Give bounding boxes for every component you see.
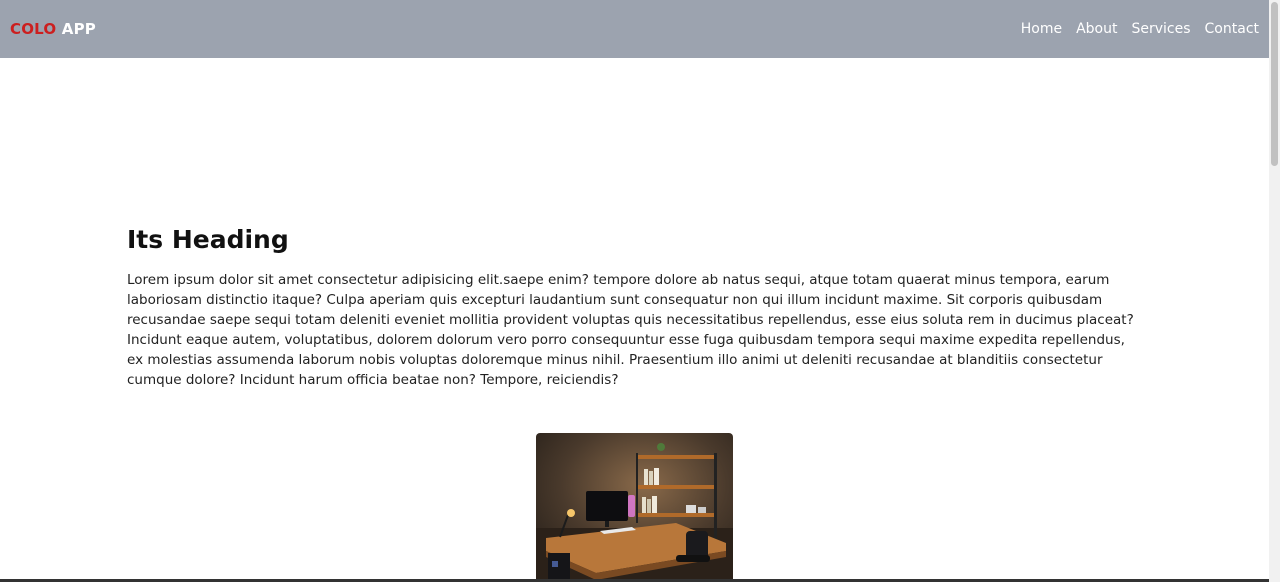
- page-scrollbar[interactable]: [1269, 0, 1280, 582]
- brand-part-app: APP: [61, 20, 96, 38]
- nav-link-home[interactable]: Home: [1021, 21, 1062, 37]
- page-heading: Its Heading: [127, 225, 289, 254]
- scrollbar-thumb[interactable]: [1271, 2, 1278, 166]
- desk-illustration: [536, 433, 733, 582]
- nav-link-contact[interactable]: Contact: [1205, 21, 1259, 37]
- desk-setup-image: [536, 433, 733, 582]
- nav-links: Home About Services Contact: [1021, 21, 1259, 37]
- body-paragraph: Lorem ipsum dolor sit amet consectetur a…: [127, 272, 1134, 388]
- navbar: COLO APP Home About Services Contact: [0, 0, 1269, 58]
- main-content: Its Heading Lorem ipsum dolor sit amet c…: [127, 225, 1137, 390]
- nav-link-services[interactable]: Services: [1131, 21, 1190, 37]
- nav-link-about[interactable]: About: [1076, 21, 1117, 37]
- brand-logo[interactable]: COLO APP: [10, 20, 96, 38]
- brand-part-colo: COLO: [10, 20, 57, 38]
